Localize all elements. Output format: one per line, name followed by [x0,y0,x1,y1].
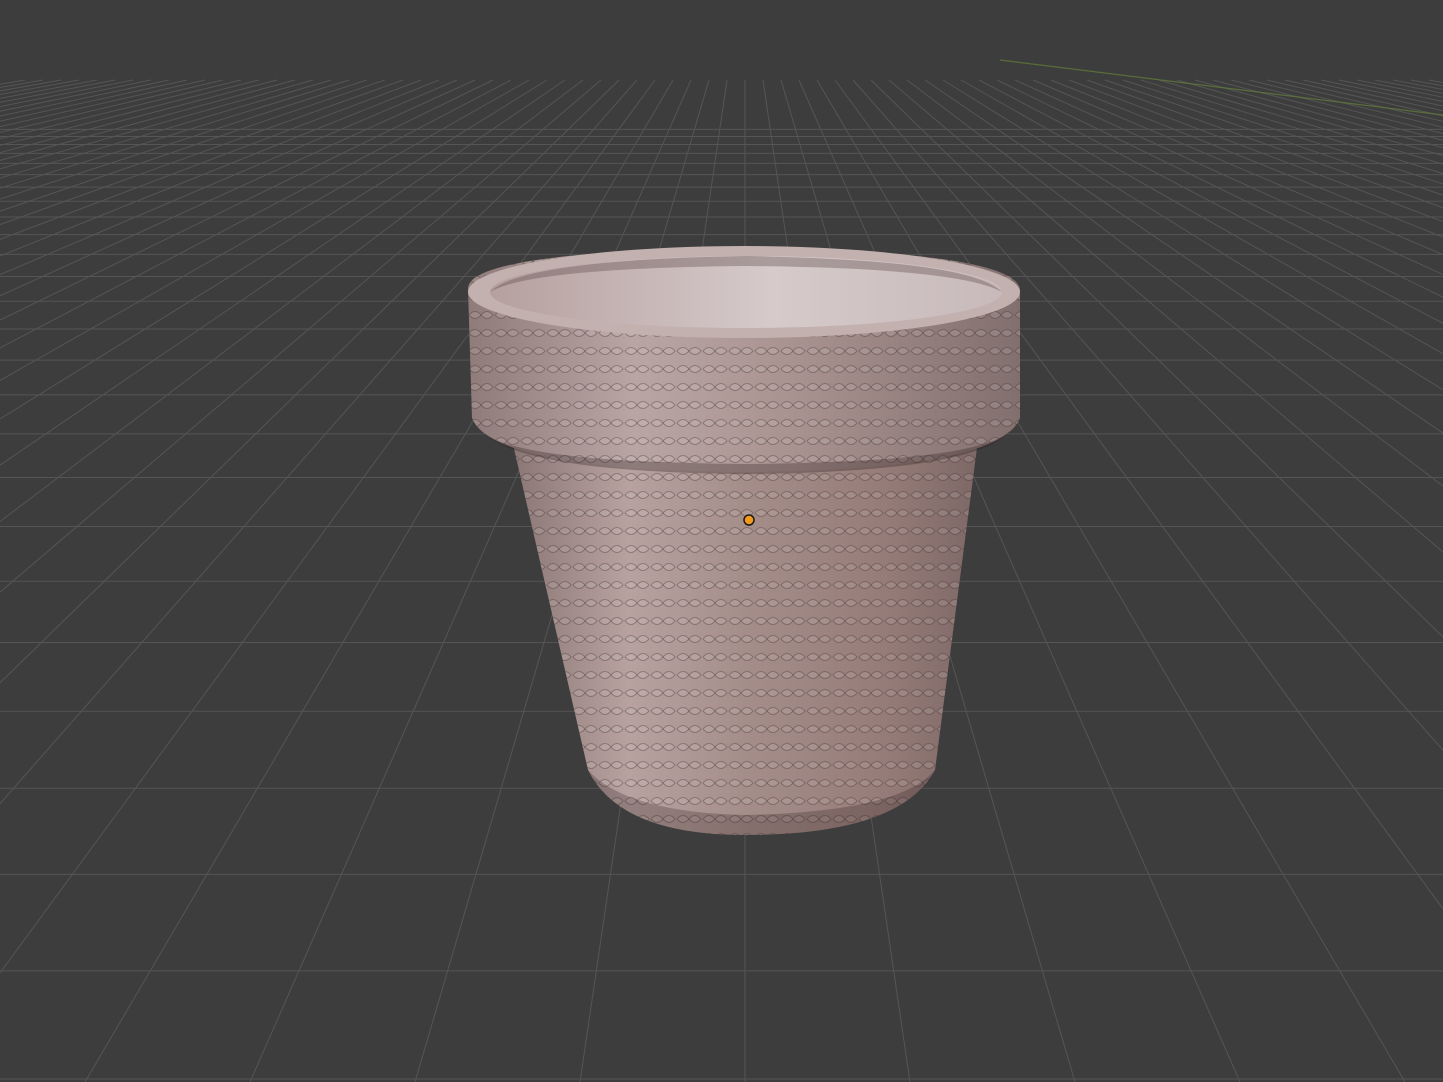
pot-interior [490,256,1002,328]
object-origin-dot [743,514,755,526]
flower-pot-object[interactable] [468,246,1020,835]
3d-viewport[interactable] [0,0,1443,1082]
viewport-canvas[interactable] [0,0,1443,1082]
